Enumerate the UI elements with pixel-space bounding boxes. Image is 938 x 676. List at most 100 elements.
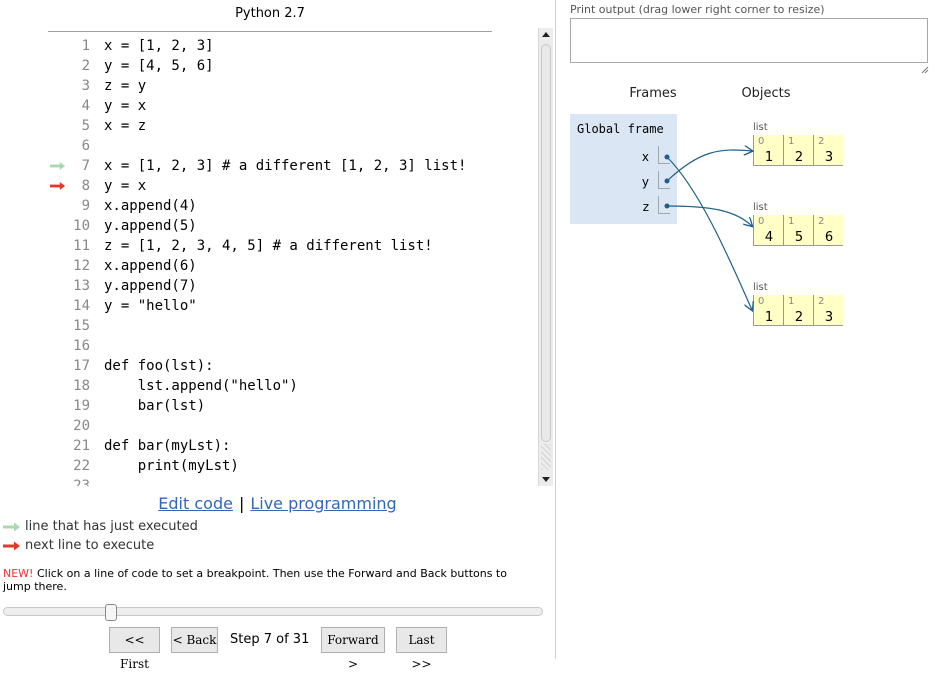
code-text: lst.append("hello") — [104, 378, 298, 394]
new-tag: NEW! — [3, 567, 34, 580]
code-line[interactable]: 11 z = [1, 2, 3, 4, 5] # a different list… — [0, 236, 537, 256]
print-output-box[interactable] — [570, 18, 928, 63]
code-line[interactable]: 6 — [0, 136, 537, 156]
scroll-up-arrow-icon[interactable] — [539, 28, 553, 42]
last-button[interactable]: Last >> — [396, 627, 447, 671]
breakpoint-gutter[interactable] — [49, 436, 67, 456]
object-type-label: list — [753, 202, 768, 213]
object-type-label: list — [753, 122, 768, 133]
breakpoint-gutter[interactable] — [49, 76, 67, 96]
breakpoint-gutter[interactable] — [49, 356, 67, 376]
var-y: y — [641, 175, 649, 189]
code-editor[interactable]: 1 x = [1, 2, 3] 2 y = [4, 5, 6] 3 z = y 4 y = x… — [0, 36, 537, 486]
code-text: x.append(6) — [104, 258, 197, 274]
breakpoint-gutter[interactable] — [49, 336, 67, 356]
var-x-slot — [658, 146, 670, 164]
breakpoint-gutter[interactable] — [49, 176, 67, 196]
breakpoint-gutter[interactable] — [49, 136, 67, 156]
breakpoint-gutter[interactable] — [49, 236, 67, 256]
list-index: 2 — [818, 216, 825, 227]
var-x: x — [641, 150, 649, 164]
code-line[interactable]: 3 z = y — [0, 76, 537, 96]
code-line[interactable]: 9 x.append(4) — [0, 196, 537, 216]
breakpoint-gutter[interactable] — [49, 156, 67, 176]
back-button[interactable]: < Back — [171, 627, 218, 653]
code-line[interactable]: 7 x = [1, 2, 3] # a different [1, 2, 3] l… — [0, 156, 537, 176]
code-line[interactable]: 16 — [0, 336, 537, 356]
breakpoint-gutter[interactable] — [49, 56, 67, 76]
code-text: def bar(myLst): — [104, 438, 231, 454]
edit-code-link[interactable]: Edit code — [158, 494, 233, 513]
code-text: y = x — [104, 178, 147, 194]
pointer-z — [664, 203, 753, 227]
code-line[interactable]: 21 def bar(myLst): — [0, 436, 537, 456]
list-value: 1 — [764, 150, 774, 165]
resize-grip-icon[interactable] — [921, 66, 929, 74]
code-line[interactable]: 4 y = x — [0, 96, 537, 116]
forward-button[interactable]: Forward > — [321, 627, 385, 671]
code-text: y = "hello" — [104, 298, 197, 314]
breakpoint-gutter[interactable] — [49, 36, 67, 56]
breakpoint-gutter[interactable] — [49, 396, 67, 416]
code-line[interactable]: 12 x.append(6) — [0, 256, 537, 276]
edit-links: Edit code | Live programming — [0, 494, 555, 513]
code-line[interactable]: 15 — [0, 316, 537, 336]
code-line[interactable]: 22 print(myLst) — [0, 456, 537, 476]
line-number: 19 — [73, 398, 90, 414]
list-index: 0 — [758, 296, 765, 307]
line-number: 16 — [73, 338, 90, 354]
step-slider[interactable] — [3, 607, 543, 616]
breakpoint-gutter[interactable] — [49, 216, 67, 236]
code-line[interactable]: 20 — [0, 416, 537, 436]
breakpoint-gutter[interactable] — [49, 276, 67, 296]
line-number: 18 — [73, 378, 90, 394]
breakpoint-gutter[interactable] — [49, 476, 67, 486]
code-line[interactable]: 1 x = [1, 2, 3] — [0, 36, 537, 56]
line-number: 14 — [73, 298, 90, 314]
breakpoint-gutter[interactable] — [49, 96, 67, 116]
list-cell: 15 — [783, 215, 813, 246]
breakpoint-gutter[interactable] — [49, 116, 67, 136]
code-line[interactable]: 10 y.append(5) — [0, 216, 537, 236]
frames-header: Frames — [629, 86, 677, 101]
list-value: 6 — [824, 230, 834, 245]
scroll-down-arrow-icon[interactable] — [539, 472, 553, 486]
list-index: 2 — [818, 136, 825, 147]
step-counter: Step 7 of 31 — [230, 632, 310, 647]
code-line[interactable]: 17 def foo(lst): — [0, 356, 537, 376]
scroll-thumb[interactable] — [541, 44, 551, 442]
code-line[interactable]: 18 lst.append("hello") — [0, 376, 537, 396]
code-scrollbar[interactable] — [538, 28, 553, 486]
list-value: 4 — [764, 230, 774, 245]
code-header-rule — [48, 31, 492, 32]
step-slider-handle[interactable] — [105, 604, 118, 621]
code-line[interactable]: 5 x = z — [0, 116, 537, 136]
breakpoint-note: NEW! Click on a line of code to set a br… — [3, 567, 523, 593]
scroll-track — [541, 444, 551, 470]
line-number: 4 — [81, 98, 90, 114]
breakpoint-gutter[interactable] — [49, 296, 67, 316]
list-value: 3 — [824, 310, 834, 325]
breakpoint-gutter[interactable] — [49, 456, 67, 476]
code-line[interactable]: 19 bar(lst) — [0, 396, 537, 416]
code-line[interactable]: 14 y = "hello" — [0, 296, 537, 316]
breakpoint-gutter[interactable] — [49, 376, 67, 396]
code-line[interactable]: 2 y = [4, 5, 6] — [0, 56, 537, 76]
first-button[interactable]: << First — [109, 627, 160, 671]
list-value: 3 — [824, 150, 834, 165]
live-programming-link[interactable]: Live programming — [250, 494, 396, 513]
code-line[interactable]: 13 y.append(7) — [0, 276, 537, 296]
breakpoint-gutter[interactable] — [49, 196, 67, 216]
breakpoint-gutter[interactable] — [49, 416, 67, 436]
list-cell: 04 — [753, 215, 783, 246]
global-frame: Global frame x y z — [570, 114, 677, 224]
code-line[interactable]: 8 y = x — [0, 176, 537, 196]
breakpoint-gutter[interactable] — [49, 256, 67, 276]
breakpoint-gutter[interactable] — [49, 316, 67, 336]
code-line[interactable]: 23 — [0, 476, 537, 486]
red-arrow-icon — [3, 541, 20, 551]
line-number: 11 — [73, 238, 90, 254]
line-number: 10 — [73, 218, 90, 234]
frame-name: Global frame — [577, 122, 664, 136]
line-number: 3 — [81, 78, 90, 94]
